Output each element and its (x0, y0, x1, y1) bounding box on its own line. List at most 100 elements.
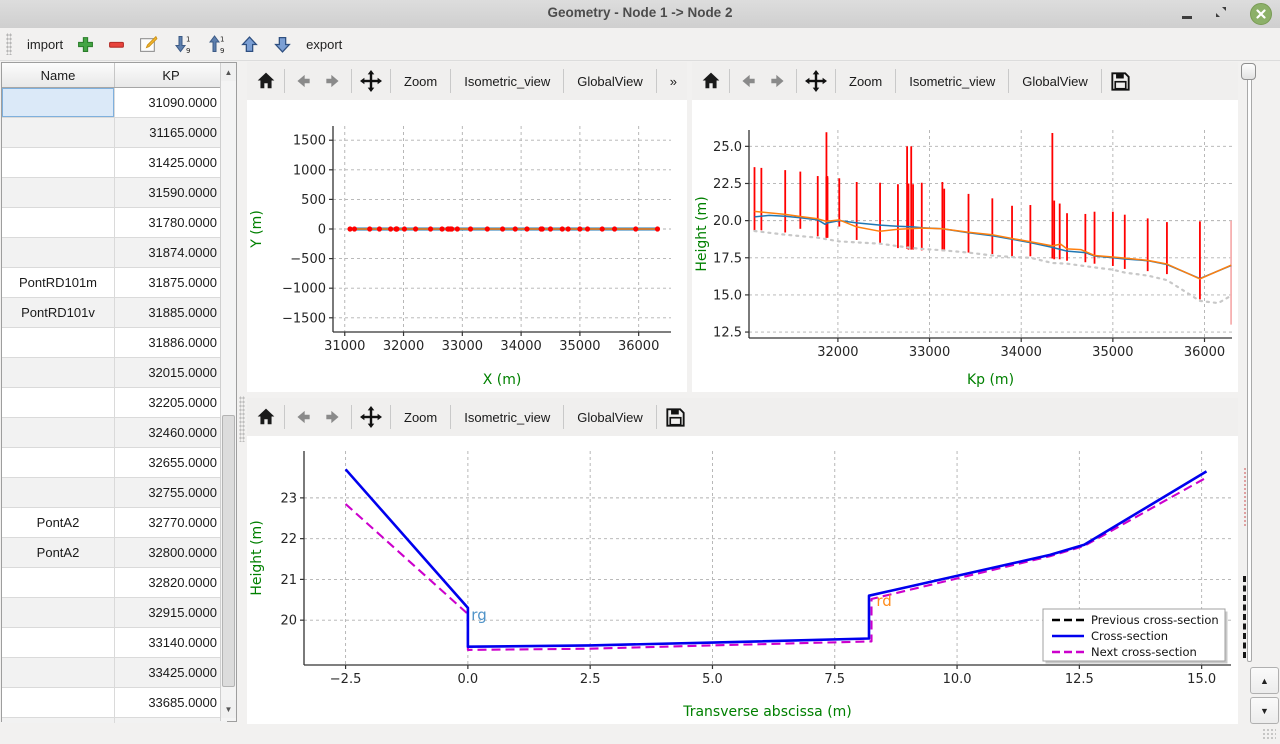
kp-cell[interactable]: 31425.0000 (115, 148, 228, 178)
global-view-button[interactable]: GlobalView (1012, 66, 1098, 96)
window-resize-grip[interactable] (1262, 728, 1276, 740)
table-row: 32755.0000 (2, 478, 227, 508)
minimize-button[interactable] (1182, 10, 1192, 19)
scroll-up-button[interactable]: ▲ (1250, 667, 1279, 694)
name-cell[interactable] (2, 118, 115, 148)
restore-button[interactable] (1214, 5, 1228, 24)
scrollbar-up-arrow-icon[interactable]: ▲ (221, 63, 236, 81)
scrollbar-down-arrow-icon[interactable]: ▼ (221, 700, 236, 718)
name-cell[interactable] (2, 178, 115, 208)
section-position-slider-track[interactable] (1247, 66, 1252, 662)
profile-view-chart[interactable]: 320003300034000350003600012.515.017.520.… (692, 100, 1238, 392)
plan-view-chart[interactable]: 310003200033000340003500036000−1500−1000… (247, 100, 687, 392)
isometric-view-button[interactable]: Isometric_view (899, 66, 1005, 96)
isometric-view-button[interactable]: Isometric_view (454, 66, 560, 96)
pan-button[interactable] (355, 66, 387, 96)
pan-icon (360, 70, 382, 92)
column-header-name[interactable]: Name (2, 63, 115, 88)
kp-cell[interactable]: 33425.0000 (115, 658, 228, 688)
back-button[interactable] (733, 66, 763, 96)
kp-cell[interactable]: 31590.0000 (115, 178, 228, 208)
name-cell[interactable] (2, 478, 115, 508)
name-cell[interactable]: PontRD101m (2, 268, 115, 298)
forward-button[interactable] (318, 402, 348, 432)
name-cell[interactable] (2, 88, 115, 118)
kp-cell[interactable]: 32820.0000 (115, 568, 228, 598)
isometric-view-button[interactable]: Isometric_view (454, 402, 560, 432)
kp-cell[interactable]: 32755.0000 (115, 478, 228, 508)
import-button[interactable]: import (20, 30, 70, 58)
splitter-handle[interactable] (239, 396, 245, 442)
kp-cell[interactable]: 32015.0000 (115, 358, 228, 388)
svg-text:20: 20 (280, 614, 297, 629)
kp-cell[interactable]: 31886.0000 (115, 328, 228, 358)
export-button[interactable]: export (299, 30, 349, 58)
table-scrollbar[interactable]: ▲ ▼ (220, 63, 236, 721)
kp-cell[interactable]: 32205.0000 (115, 388, 228, 418)
save-figure-button[interactable] (660, 402, 691, 432)
home-icon (256, 71, 276, 91)
column-header-kp[interactable]: KP (115, 63, 228, 88)
save-figure-button[interactable] (1105, 66, 1136, 96)
name-cell[interactable] (2, 568, 115, 598)
forward-button[interactable] (318, 66, 348, 96)
sort-ascending-button[interactable]: 1 9 (199, 30, 233, 58)
kp-cell[interactable]: 31090.0000 (115, 88, 228, 118)
pan-button[interactable] (800, 66, 832, 96)
global-view-button[interactable]: GlobalView (567, 402, 653, 432)
zoom-button[interactable]: Zoom (839, 66, 892, 96)
kp-cell[interactable]: 33685.0000 (115, 688, 228, 718)
name-cell[interactable]: PontA2 (2, 538, 115, 568)
kp-cell[interactable]: 32915.0000 (115, 598, 228, 628)
remove-row-button[interactable] (101, 30, 132, 58)
name-cell[interactable] (2, 628, 115, 658)
name-cell[interactable] (2, 658, 115, 688)
home-button[interactable] (251, 66, 281, 96)
move-up-button[interactable] (233, 30, 266, 58)
scroll-down-button[interactable]: ▼ (1250, 697, 1279, 724)
name-cell[interactable] (2, 598, 115, 628)
move-down-button[interactable] (266, 30, 299, 58)
name-cell[interactable] (2, 328, 115, 358)
pan-button[interactable] (355, 402, 387, 432)
home-button[interactable] (251, 402, 281, 432)
back-button[interactable] (288, 66, 318, 96)
toolbar-overflow-button[interactable]: » (660, 66, 687, 96)
name-cell[interactable] (2, 418, 115, 448)
zoom-button[interactable]: Zoom (394, 66, 447, 96)
name-cell[interactable] (2, 238, 115, 268)
kp-cell[interactable]: 32655.0000 (115, 448, 228, 478)
kp-cell[interactable]: 32460.0000 (115, 418, 228, 448)
add-row-button[interactable] (70, 30, 101, 58)
table-scrollbar-thumb[interactable] (222, 415, 235, 687)
name-cell[interactable] (2, 448, 115, 478)
back-button[interactable] (288, 402, 318, 432)
name-cell[interactable] (2, 208, 115, 238)
name-cell[interactable] (2, 148, 115, 178)
kp-cell[interactable]: 31780.0000 (115, 208, 228, 238)
kp-cell[interactable]: 31874.0000 (115, 238, 228, 268)
home-button[interactable] (696, 66, 726, 96)
forward-button[interactable] (763, 66, 793, 96)
kp-cell[interactable]: 31885.0000 (115, 298, 228, 328)
cross-section-chart[interactable]: −2.50.02.55.07.510.012.515.020212223Tran… (247, 436, 1238, 724)
kp-cell[interactable]: 31165.0000 (115, 118, 228, 148)
name-cell[interactable]: PontA2 (2, 508, 115, 538)
toolbar-drag-handle[interactable] (6, 33, 12, 55)
name-cell[interactable]: PontRD101v (2, 298, 115, 328)
zoom-button[interactable]: Zoom (394, 402, 447, 432)
kp-cell[interactable]: 32800.0000 (115, 538, 228, 568)
sort-descending-button[interactable]: 1 9 (165, 30, 199, 58)
name-cell[interactable] (2, 358, 115, 388)
toolbar-separator (656, 405, 657, 429)
close-button[interactable] (1250, 3, 1272, 25)
kp-cell[interactable]: 31875.0000 (115, 268, 228, 298)
section-position-slider-handle[interactable] (1241, 63, 1256, 80)
edit-row-button[interactable] (132, 30, 165, 58)
name-cell[interactable] (2, 688, 115, 718)
global-view-button[interactable]: GlobalView (567, 66, 653, 96)
kp-cell[interactable]: 33140.0000 (115, 628, 228, 658)
name-cell[interactable] (2, 388, 115, 418)
titlebar: Geometry - Node 1 -> Node 2 (0, 0, 1280, 29)
kp-cell[interactable]: 32770.0000 (115, 508, 228, 538)
